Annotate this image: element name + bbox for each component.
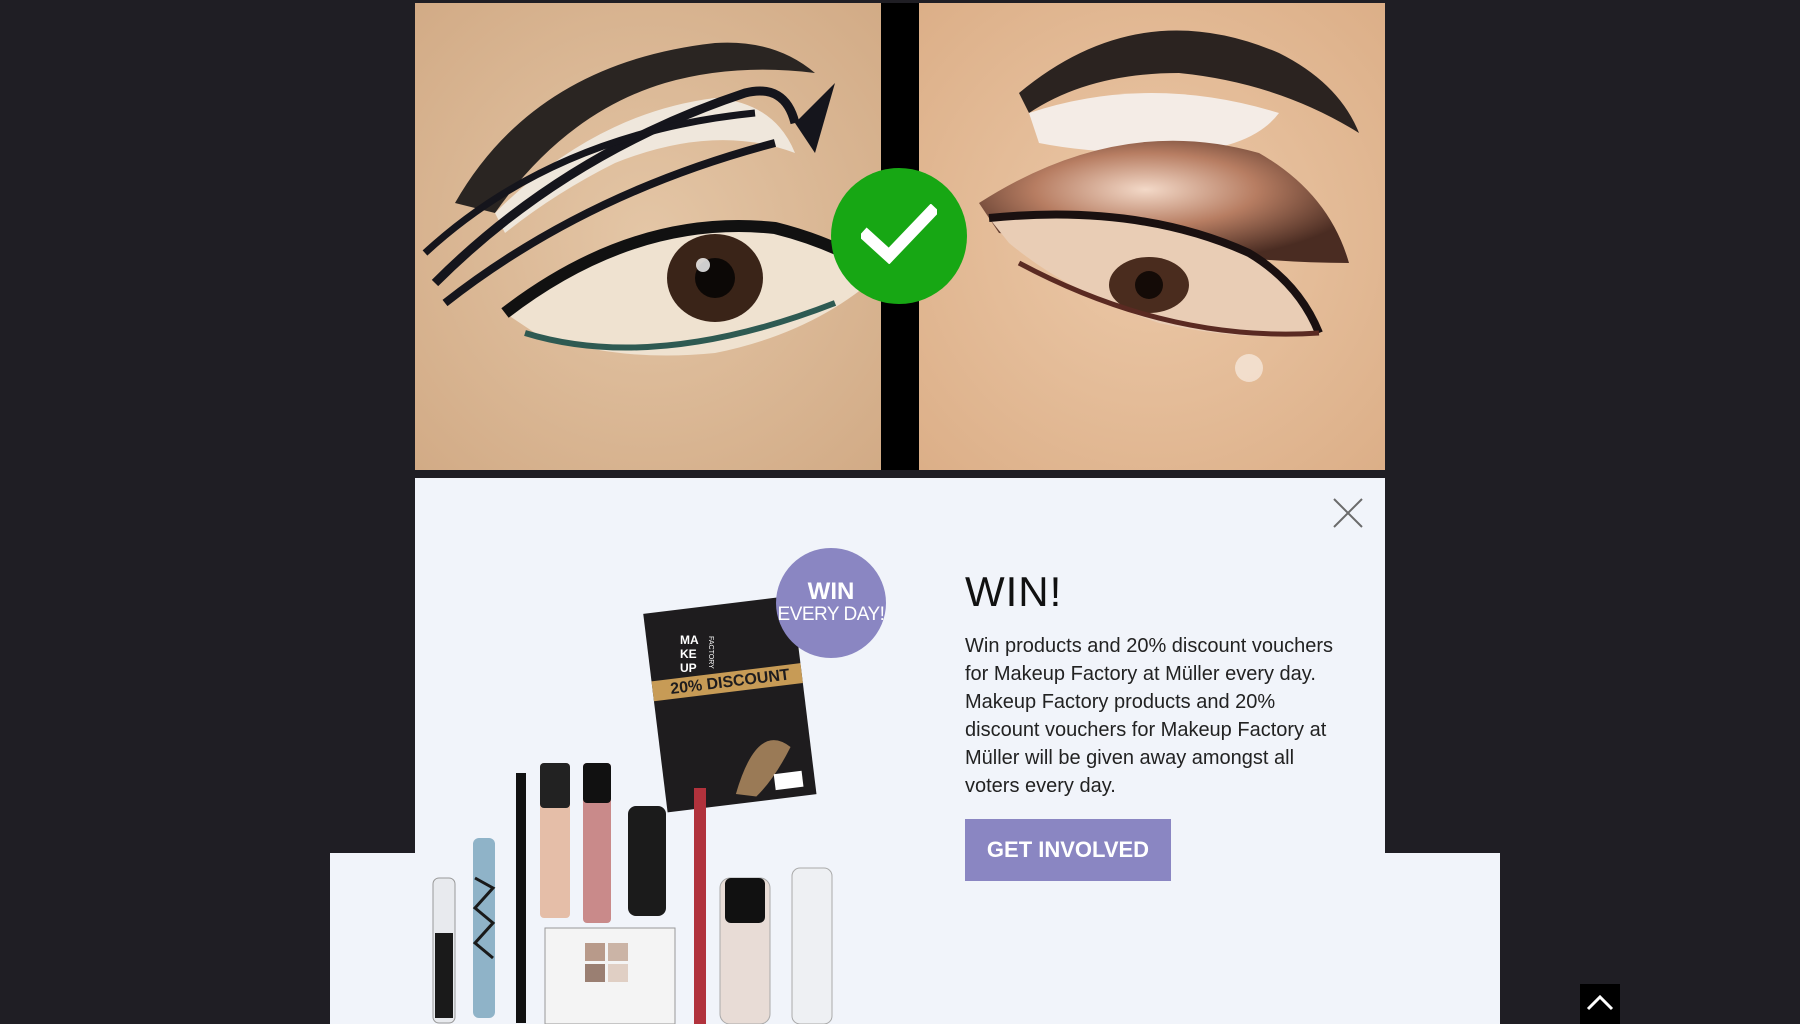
get-involved-button[interactable]: GET INVOLVED — [965, 819, 1171, 881]
voucher-brand-line: MA — [680, 633, 699, 647]
win-badge-line2: EVERY DAY! — [777, 604, 885, 625]
voucher-brand-line: KE — [680, 647, 697, 661]
chevron-up-icon — [1585, 993, 1615, 1016]
right-eye-photo — [919, 3, 1385, 470]
win-popup: MA KE UP FACTORY 20% DISCOUNT WIN EVERY … — [415, 478, 1385, 1024]
checkmark-icon — [858, 203, 940, 269]
makeup-comparison-image — [415, 3, 1385, 470]
checkmark-badge — [831, 168, 967, 304]
win-every-day-badge: WIN EVERY DAY! — [776, 548, 886, 658]
popup-title: WIN! — [965, 568, 1063, 615]
voucher-brand-side: FACTORY — [707, 636, 714, 669]
scroll-to-top-button[interactable] — [1580, 984, 1620, 1024]
close-icon[interactable] — [1331, 496, 1365, 530]
left-eye-photo — [415, 3, 881, 470]
popup-description: Win products and 20% discount vouchers f… — [965, 635, 1333, 797]
win-badge-line1: WIN — [807, 578, 855, 605]
voucher-brand-line: UP — [680, 661, 697, 675]
